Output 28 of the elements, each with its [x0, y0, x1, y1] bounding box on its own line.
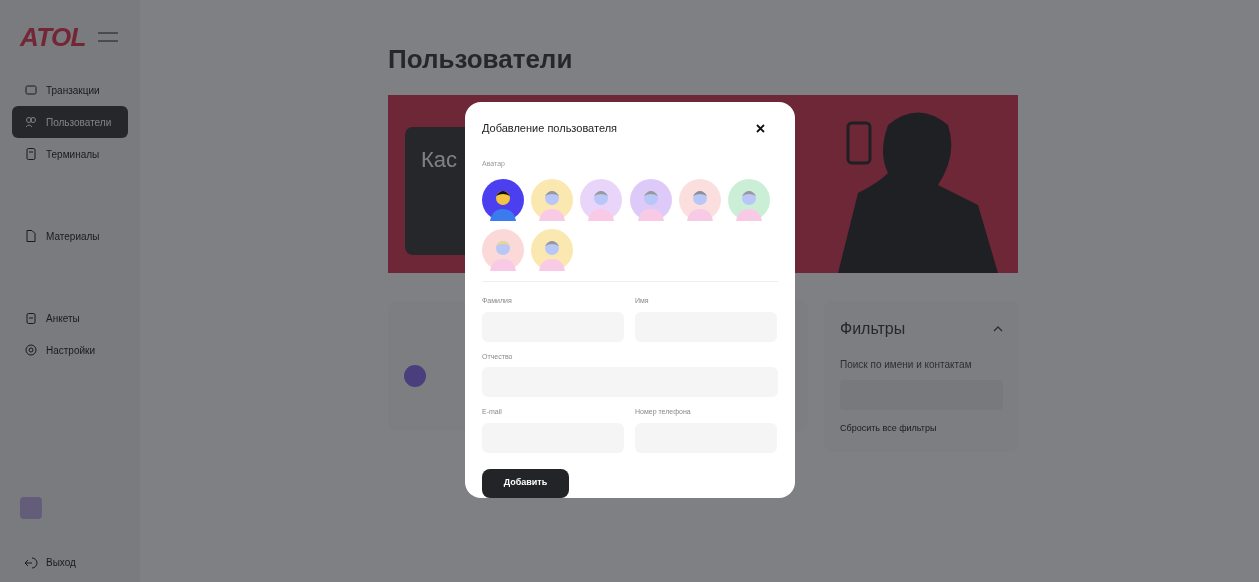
sidebar-item[interactable]: Транзакции	[12, 74, 128, 106]
gear-icon	[24, 343, 38, 357]
banner-title: Кас	[421, 146, 458, 174]
logo: ATOL	[20, 24, 86, 50]
add-button[interactable]: Добавить	[482, 468, 569, 498]
sidebar-item[interactable]: Пользователи	[12, 106, 128, 138]
user-row-avatar	[404, 365, 426, 387]
users-icon	[24, 115, 38, 129]
page-title: Пользователи	[388, 43, 574, 76]
dialog-title: Добавление пользователя	[482, 121, 618, 136]
reset-filters-link[interactable]: Сбросить все фильтры	[840, 422, 1003, 436]
chevron-icon[interactable]	[993, 326, 1003, 332]
avatar-option[interactable]	[482, 179, 524, 221]
sidebar-item[interactable]: Анкеты	[12, 302, 128, 334]
document-icon	[24, 147, 38, 161]
user-avatar	[20, 497, 42, 519]
file-icon	[24, 229, 38, 243]
filters-title: Фильтры	[840, 319, 906, 339]
sidebar-item[interactable]: Материалы	[12, 220, 128, 252]
sidebar-item[interactable]: Терминалы	[12, 138, 128, 170]
card-icon	[24, 83, 38, 97]
clipboard-icon	[24, 311, 38, 325]
close-icon[interactable]	[756, 123, 765, 133]
menu-icon[interactable]	[97, 32, 118, 42]
logout-icon	[24, 555, 38, 570]
search-label: Поиск по имени и контактам	[840, 358, 973, 372]
sidebar-item[interactable]: Настройки	[12, 334, 128, 366]
logout-button[interactable]: Выход	[16, 555, 124, 570]
